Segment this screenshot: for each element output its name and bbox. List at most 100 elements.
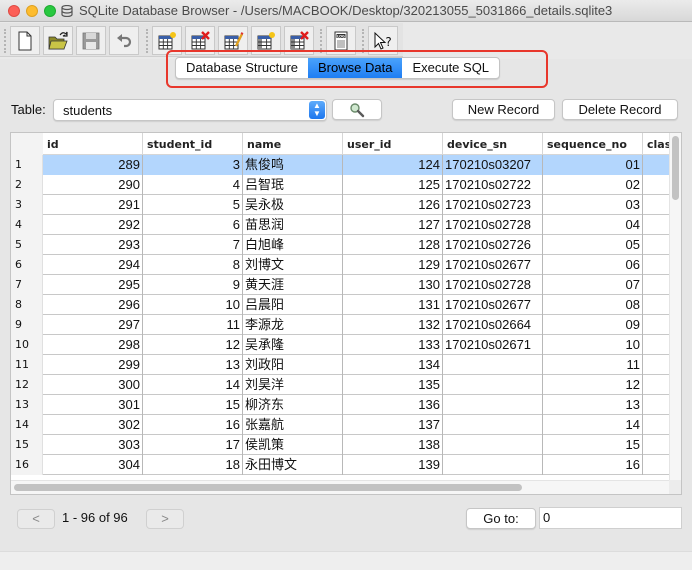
cell-user-id[interactable]: 139 bbox=[343, 455, 443, 475]
cell-id[interactable]: 304 bbox=[43, 455, 143, 475]
cell-user-id[interactable]: 127 bbox=[343, 215, 443, 235]
close-window-button[interactable] bbox=[8, 5, 20, 17]
horizontal-scroll-thumb[interactable] bbox=[14, 484, 522, 491]
column-header-id[interactable]: id bbox=[43, 133, 143, 155]
column-header-name[interactable]: name bbox=[243, 133, 343, 155]
cell-name[interactable]: 刘博文 bbox=[243, 255, 343, 275]
cell-user-id[interactable]: 132 bbox=[343, 315, 443, 335]
column-header-user-id[interactable]: user_id bbox=[343, 133, 443, 155]
cell-user-id[interactable]: 126 bbox=[343, 195, 443, 215]
next-page-button[interactable]: > bbox=[146, 509, 184, 529]
row-number[interactable]: 11 bbox=[11, 355, 43, 375]
cell-device-sn[interactable]: 170210s02664 bbox=[443, 315, 543, 335]
vertical-scrollbar[interactable] bbox=[669, 133, 681, 483]
toolbar-grip[interactable] bbox=[4, 29, 6, 53]
cell-device-sn[interactable] bbox=[443, 395, 543, 415]
cell-user-id[interactable]: 134 bbox=[343, 355, 443, 375]
table-row[interactable]: 5 293 7 白旭峰 128 170210s02726 05 bbox=[11, 235, 673, 255]
row-number[interactable]: 15 bbox=[11, 435, 43, 455]
cell-name[interactable]: 李源龙 bbox=[243, 315, 343, 335]
cell-id[interactable]: 294 bbox=[43, 255, 143, 275]
cell-user-id[interactable]: 138 bbox=[343, 435, 443, 455]
column-header-device-sn[interactable]: device_sn bbox=[443, 133, 543, 155]
row-number[interactable]: 9 bbox=[11, 315, 43, 335]
cell-sequence-no[interactable]: 09 bbox=[543, 315, 643, 335]
cell-user-id[interactable]: 124 bbox=[343, 155, 443, 175]
table-row[interactable]: 10 298 12 吴承隆 133 170210s02671 10 bbox=[11, 335, 673, 355]
cell-sequence-no[interactable]: 16 bbox=[543, 455, 643, 475]
cell-id[interactable]: 291 bbox=[43, 195, 143, 215]
cell-device-sn[interactable]: 170210s02726 bbox=[443, 235, 543, 255]
cell-student-id[interactable]: 16 bbox=[143, 415, 243, 435]
cell-id[interactable]: 293 bbox=[43, 235, 143, 255]
cell-device-sn[interactable] bbox=[443, 455, 543, 475]
save-button[interactable] bbox=[76, 26, 106, 55]
tab-execute-sql[interactable]: Execute SQL bbox=[402, 58, 499, 78]
row-number[interactable]: 2 bbox=[11, 175, 43, 195]
cell-device-sn[interactable]: 170210s02671 bbox=[443, 335, 543, 355]
table-row[interactable]: 15 303 17 侯凯策 138 15 bbox=[11, 435, 673, 455]
cell-student-id[interactable]: 11 bbox=[143, 315, 243, 335]
new-record-button[interactable]: New Record bbox=[452, 99, 555, 120]
cell-sequence-no[interactable]: 07 bbox=[543, 275, 643, 295]
row-number[interactable]: 4 bbox=[11, 215, 43, 235]
cell-user-id[interactable]: 131 bbox=[343, 295, 443, 315]
table-row[interactable]: 1 289 3 焦俊鸣 124 170210s03207 01 bbox=[11, 155, 673, 175]
row-number[interactable]: 8 bbox=[11, 295, 43, 315]
cell-sequence-no[interactable]: 01 bbox=[543, 155, 643, 175]
cell-name[interactable]: 焦俊鸣 bbox=[243, 155, 343, 175]
cell-student-id[interactable]: 15 bbox=[143, 395, 243, 415]
cell-user-id[interactable]: 136 bbox=[343, 395, 443, 415]
cell-id[interactable]: 292 bbox=[43, 215, 143, 235]
cell-device-sn[interactable]: 170210s02728 bbox=[443, 275, 543, 295]
column-header-sequence-no[interactable]: sequence_no bbox=[543, 133, 643, 155]
tab-browse-data[interactable]: Browse Data bbox=[308, 58, 403, 78]
cell-device-sn[interactable] bbox=[443, 355, 543, 375]
cell-student-id[interactable]: 8 bbox=[143, 255, 243, 275]
cell-device-sn[interactable]: 170210s02722 bbox=[443, 175, 543, 195]
cell-device-sn[interactable]: 170210s02677 bbox=[443, 295, 543, 315]
cell-id[interactable]: 296 bbox=[43, 295, 143, 315]
cell-id[interactable]: 303 bbox=[43, 435, 143, 455]
row-number[interactable]: 12 bbox=[11, 375, 43, 395]
cell-sequence-no[interactable]: 03 bbox=[543, 195, 643, 215]
table-row[interactable]: 7 295 9 黄天涯 130 170210s02728 07 bbox=[11, 275, 673, 295]
cell-device-sn[interactable]: 170210s02728 bbox=[443, 215, 543, 235]
cell-student-id[interactable]: 13 bbox=[143, 355, 243, 375]
cell-student-id[interactable]: 12 bbox=[143, 335, 243, 355]
cell-student-id[interactable]: 9 bbox=[143, 275, 243, 295]
row-number[interactable]: 14 bbox=[11, 415, 43, 435]
cell-user-id[interactable]: 125 bbox=[343, 175, 443, 195]
cell-name[interactable]: 吕晨阳 bbox=[243, 295, 343, 315]
cell-name[interactable]: 柳济东 bbox=[243, 395, 343, 415]
grid-corner[interactable] bbox=[11, 133, 43, 155]
cell-user-id[interactable]: 128 bbox=[343, 235, 443, 255]
undo-button[interactable] bbox=[109, 26, 139, 55]
table-row[interactable]: 3 291 5 吴永极 126 170210s02723 03 bbox=[11, 195, 673, 215]
table-row[interactable]: 9 297 11 李源龙 132 170210s02664 09 bbox=[11, 315, 673, 335]
cell-sequence-no[interactable]: 04 bbox=[543, 215, 643, 235]
cell-student-id[interactable]: 18 bbox=[143, 455, 243, 475]
cell-name[interactable]: 白旭峰 bbox=[243, 235, 343, 255]
cell-user-id[interactable]: 133 bbox=[343, 335, 443, 355]
cell-student-id[interactable]: 14 bbox=[143, 375, 243, 395]
row-number[interactable]: 10 bbox=[11, 335, 43, 355]
cell-name[interactable]: 苗思润 bbox=[243, 215, 343, 235]
table-select[interactable]: students ▲ ▼ bbox=[53, 99, 327, 121]
column-header-student-id[interactable]: student_id bbox=[143, 133, 243, 155]
cell-id[interactable]: 289 bbox=[43, 155, 143, 175]
find-button[interactable] bbox=[332, 99, 382, 120]
cell-sequence-no[interactable]: 08 bbox=[543, 295, 643, 315]
new-database-button[interactable] bbox=[10, 26, 40, 55]
cell-device-sn[interactable]: 170210s02677 bbox=[443, 255, 543, 275]
cell-id[interactable]: 290 bbox=[43, 175, 143, 195]
cell-id[interactable]: 299 bbox=[43, 355, 143, 375]
horizontal-scrollbar[interactable] bbox=[11, 480, 671, 494]
cell-name[interactable]: 吴永极 bbox=[243, 195, 343, 215]
cell-sequence-no[interactable]: 06 bbox=[543, 255, 643, 275]
cell-device-sn[interactable] bbox=[443, 415, 543, 435]
cell-name[interactable]: 侯凯策 bbox=[243, 435, 343, 455]
maximize-window-button[interactable] bbox=[44, 5, 56, 17]
cell-user-id[interactable]: 130 bbox=[343, 275, 443, 295]
cell-device-sn[interactable]: 170210s02723 bbox=[443, 195, 543, 215]
